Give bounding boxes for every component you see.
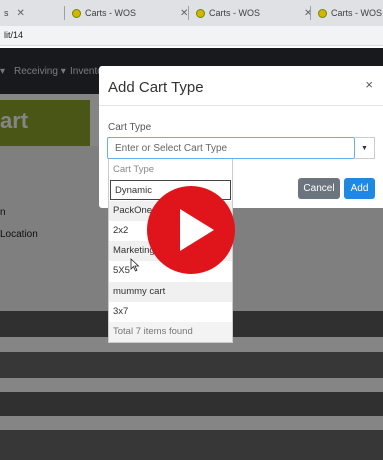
play-icon[interactable] xyxy=(146,185,236,275)
dropdown-footer: Total 7 items found xyxy=(109,322,232,342)
browser-tab[interactable]: s ✕ xyxy=(4,2,25,24)
cart-type-label: Cart Type xyxy=(108,122,152,133)
select-placeholder: Enter or Select Cart Type xyxy=(115,143,228,154)
modal-divider xyxy=(99,105,383,106)
url-text[interactable]: lit/14 xyxy=(4,30,23,40)
browser-tab-bar: s ✕ Carts - WOS ✕ Carts - WOS ✕ Carts - … xyxy=(0,0,383,26)
browser-tab[interactable]: Carts - WOS ✕ xyxy=(196,2,312,24)
tab-label: s xyxy=(4,8,9,18)
tab-label: Carts - WOS xyxy=(85,8,136,18)
browser-tab[interactable]: Carts - WOS xyxy=(318,2,382,24)
favicon-icon xyxy=(196,8,205,18)
close-icon[interactable]: × xyxy=(365,77,373,92)
add-button[interactable]: Add xyxy=(344,178,375,199)
close-icon[interactable]: ✕ xyxy=(17,8,25,19)
favicon-icon xyxy=(318,8,327,18)
modal-title: Add Cart Type xyxy=(108,79,204,96)
dropdown-option[interactable]: 3x7 xyxy=(109,302,232,322)
cart-type-select[interactable]: Enter or Select Cart Type xyxy=(107,137,355,159)
address-bar[interactable]: lit/14 xyxy=(0,26,383,46)
caret-down-icon[interactable]: ▼ xyxy=(355,137,375,159)
dropdown-option[interactable]: mummy cart xyxy=(109,282,232,302)
browser-tab[interactable]: Carts - WOS ✕ xyxy=(72,2,188,24)
cursor-icon xyxy=(130,258,140,272)
tab-label: Carts - WOS xyxy=(331,8,382,18)
cancel-button[interactable]: Cancel xyxy=(298,178,340,199)
dropdown-header: Cart Type xyxy=(113,164,155,175)
favicon-icon xyxy=(72,8,81,18)
tab-label: Carts - WOS xyxy=(209,8,260,18)
close-icon[interactable]: ✕ xyxy=(304,8,312,19)
